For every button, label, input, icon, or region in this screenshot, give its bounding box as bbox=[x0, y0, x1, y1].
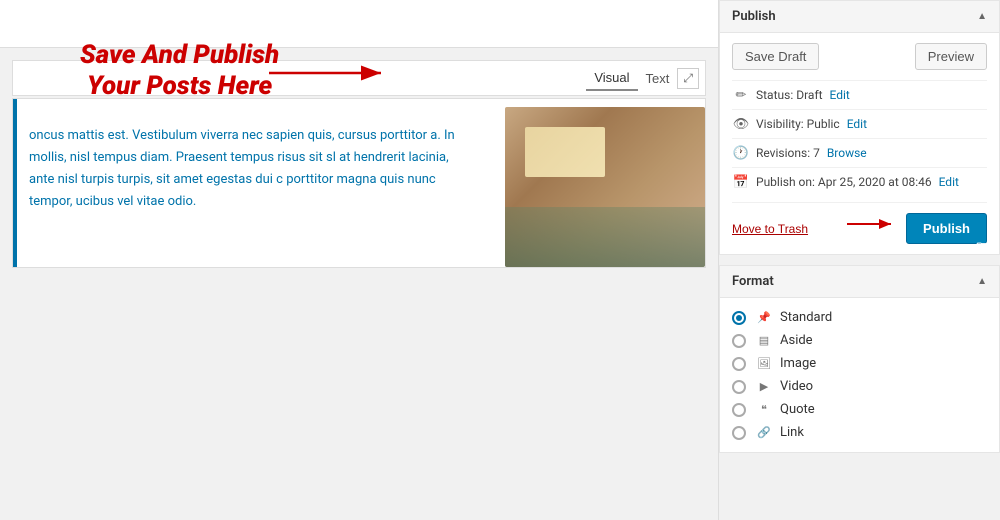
tab-text[interactable]: Text bbox=[638, 67, 678, 90]
format-item-quote[interactable]: ❝ Quote bbox=[732, 398, 987, 421]
fullscreen-button[interactable]: ⤢ bbox=[677, 68, 699, 89]
sidebar: Publish ▲ Save Draft Preview ✏ Status: D… bbox=[718, 0, 1000, 520]
format-label-video: Video bbox=[780, 379, 813, 394]
publish-on-edit-link[interactable]: Edit bbox=[939, 175, 959, 189]
eye-icon: 👁 bbox=[732, 115, 750, 133]
format-box-title: Format bbox=[732, 274, 774, 289]
publish-box: Publish ▲ Save Draft Preview ✏ Status: D… bbox=[719, 0, 1000, 255]
status-value: Draft bbox=[796, 88, 822, 102]
pencil-icon: ✏ bbox=[732, 86, 750, 104]
publish-box-toggle[interactable]: ▲ bbox=[977, 11, 987, 22]
visibility-row: 👁 Visibility: Public Edit bbox=[732, 109, 987, 138]
publish-box-body: Save Draft Preview ✏ Status: Draft Edit … bbox=[720, 33, 999, 254]
format-item-video[interactable]: ▶ Video bbox=[732, 375, 987, 398]
format-icon-video: ▶ bbox=[754, 380, 774, 394]
publish-button-label: Publish bbox=[923, 221, 970, 236]
editor-content: oncus mattis est. Vestibulum viverra nec… bbox=[12, 98, 706, 268]
format-radio-image[interactable] bbox=[732, 357, 746, 371]
format-label-quote: Quote bbox=[780, 402, 815, 417]
visibility-value: Public bbox=[807, 117, 840, 131]
tab-visual[interactable]: Visual bbox=[586, 66, 637, 91]
format-item-aside[interactable]: ▤ Aside bbox=[732, 329, 987, 352]
publish-button[interactable]: Publish ☞ bbox=[906, 213, 987, 244]
save-draft-button[interactable]: Save Draft bbox=[732, 43, 819, 70]
cursor-icon: ☞ bbox=[976, 237, 990, 257]
post-title-input[interactable] bbox=[10, 16, 708, 32]
format-radio-aside[interactable] bbox=[732, 334, 746, 348]
title-bar bbox=[0, 0, 718, 48]
status-label: Status: bbox=[756, 88, 793, 102]
publish-on-row: 📅 Publish on: Apr 25, 2020 at 08:46 Edit bbox=[732, 167, 987, 196]
fullscreen-icon: ⤢ bbox=[683, 71, 693, 85]
preview-button[interactable]: Preview bbox=[915, 43, 987, 70]
format-icon-quote: ❝ bbox=[754, 403, 774, 417]
format-icon-standard: 📌 bbox=[754, 311, 774, 325]
format-icon-aside: ▤ bbox=[754, 334, 774, 348]
publish-box-title: Publish bbox=[732, 9, 776, 24]
post-image bbox=[505, 107, 705, 267]
main-editor-area: Save And Publish Your Posts Here Visual … bbox=[0, 0, 718, 520]
format-label-standard: Standard bbox=[780, 310, 832, 325]
format-icon-image: 🖼 bbox=[754, 357, 774, 371]
draft-preview-row: Save Draft Preview bbox=[732, 43, 987, 70]
format-box: Format ▲ 📌 Standard ▤ Aside 🖼 Image ▶ Video ❝ Quo… bbox=[719, 265, 1000, 453]
content-row: oncus mattis est. Vestibulum viverra nec… bbox=[17, 107, 705, 267]
calendar-icon: 📅 bbox=[732, 173, 750, 191]
publish-on-label: Publish on: bbox=[756, 175, 815, 189]
publish-arrow-icon bbox=[847, 214, 897, 234]
format-label-aside: Aside bbox=[780, 333, 813, 348]
editor-toolbar: Visual Text ⤢ bbox=[12, 60, 706, 96]
visibility-edit-link[interactable]: Edit bbox=[847, 117, 867, 131]
revisions-label: Revisions: bbox=[756, 146, 810, 160]
move-to-trash-button[interactable]: Move to Trash bbox=[732, 222, 808, 236]
format-radio-standard[interactable] bbox=[732, 311, 746, 325]
format-box-header: Format ▲ bbox=[720, 266, 999, 298]
format-radio-quote[interactable] bbox=[732, 403, 746, 417]
visibility-label: Visibility: bbox=[756, 117, 804, 131]
status-edit-link[interactable]: Edit bbox=[830, 88, 850, 102]
revisions-row: 🕐 Revisions: 7 Browse bbox=[732, 138, 987, 167]
publish-box-header: Publish ▲ bbox=[720, 1, 999, 33]
format-list: 📌 Standard ▤ Aside 🖼 Image ▶ Video ❝ Quote 🔗 Link bbox=[720, 298, 999, 452]
publish-actions-row: Move to Trash Publish ☞ bbox=[732, 202, 987, 244]
format-icon-link: 🔗 bbox=[754, 426, 774, 440]
format-item-standard[interactable]: 📌 Standard bbox=[732, 306, 987, 329]
editor-body-text: oncus mattis est. Vestibulum viverra nec… bbox=[17, 115, 485, 223]
format-box-toggle[interactable]: ▲ bbox=[977, 276, 987, 287]
status-row: ✏ Status: Draft Edit bbox=[732, 80, 987, 109]
format-label-image: Image bbox=[780, 356, 816, 371]
format-radio-link[interactable] bbox=[732, 426, 746, 440]
clock-icon: 🕐 bbox=[732, 144, 750, 162]
publish-on-value: Apr 25, 2020 at 08:46 bbox=[818, 175, 932, 189]
format-label-link: Link bbox=[780, 425, 804, 440]
revisions-value: 7 bbox=[813, 146, 820, 160]
format-radio-video[interactable] bbox=[732, 380, 746, 394]
revisions-browse-link[interactable]: Browse bbox=[827, 146, 867, 160]
format-item-link[interactable]: 🔗 Link bbox=[732, 421, 987, 444]
format-item-image[interactable]: 🖼 Image bbox=[732, 352, 987, 375]
editor-body: Visual Text ⤢ oncus mattis est. Vestibul… bbox=[0, 48, 718, 268]
